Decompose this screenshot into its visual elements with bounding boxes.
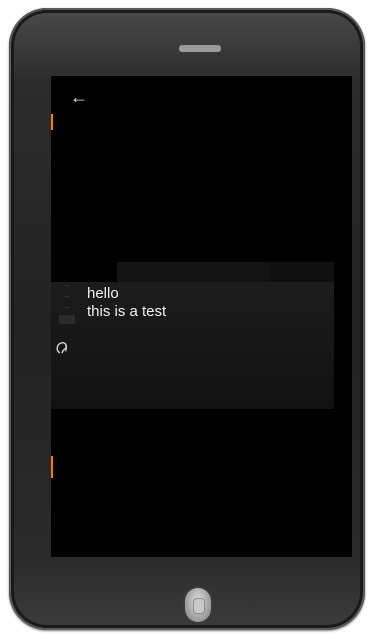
mini-toolbar-box[interactable]	[59, 315, 75, 324]
mini-toolbar-label[interactable]: ...	[54, 282, 80, 288]
phone-device-frame: ← ... ... ... hello this is a test	[9, 8, 365, 630]
fingerprint-icon	[193, 598, 205, 614]
panel-top-left-strip	[51, 262, 117, 282]
message-text: hello this is a test	[87, 285, 166, 321]
panel-top-right-strip	[269, 262, 334, 282]
mini-toolbar: ... ... ...	[54, 282, 80, 330]
content-panel: ... ... ... hello this is a test	[51, 262, 334, 409]
side-icons	[331, 280, 345, 312]
edge-accent-mark	[51, 114, 53, 130]
mini-toolbar-label[interactable]: ...	[54, 293, 80, 299]
arrow-left-icon[interactable]: ←	[68, 86, 90, 108]
message-line: this is a test	[87, 303, 167, 320]
earpiece-speaker	[179, 45, 221, 52]
ear-icon[interactable]	[54, 340, 72, 358]
phone-screen[interactable]: ← ... ... ... hello this is a test	[51, 76, 352, 557]
edge-accent-mark	[51, 456, 53, 478]
mini-toolbar-label[interactable]: ...	[54, 304, 80, 310]
message-line: hello	[87, 285, 119, 302]
home-button[interactable]	[185, 588, 211, 622]
